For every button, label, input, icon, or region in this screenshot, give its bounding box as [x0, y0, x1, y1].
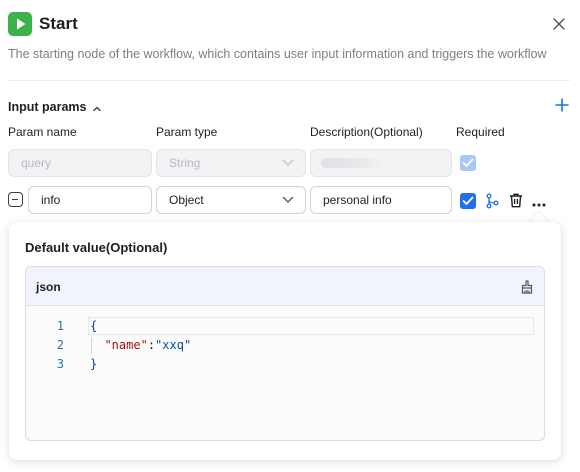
- node-description: The starting node of the workflow, which…: [8, 47, 547, 61]
- code-area[interactable]: 1 2 3 { "name":"xxq" }: [26, 307, 544, 440]
- input-params-header[interactable]: Input params: [8, 98, 101, 114]
- json-close-brace: }: [90, 357, 98, 371]
- line-number: 3: [56, 357, 64, 371]
- param-name-placeholder: query: [21, 156, 52, 170]
- json-colon: :: [147, 338, 156, 352]
- chevron-down-icon: [282, 159, 294, 166]
- column-header-name: Param name: [8, 125, 77, 139]
- chevron-up-icon[interactable]: [92, 101, 102, 112]
- default-value-popover: Default value(Optional) json 1 2 3 { "na…: [9, 222, 561, 460]
- trash-icon[interactable]: [509, 193, 523, 208]
- param-description-input[interactable]: personal info: [310, 186, 452, 214]
- divider: [8, 80, 570, 81]
- column-header-type: Param type: [156, 125, 218, 139]
- more-options-icon[interactable]: [532, 196, 546, 207]
- current-line-highlight: [88, 317, 534, 335]
- json-editor[interactable]: json 1 2 3 { "name":"xxq" }: [25, 266, 545, 441]
- json-key: "name": [104, 338, 148, 352]
- add-child-param-icon[interactable]: [485, 193, 499, 209]
- param-type-select: String: [156, 149, 306, 177]
- play-icon: [8, 12, 32, 36]
- json-open-brace: {: [90, 319, 98, 333]
- line-number: 1: [56, 319, 64, 333]
- param-name-input[interactable]: info: [28, 186, 152, 214]
- param-type-value: String: [169, 156, 201, 170]
- node-header: Start: [8, 12, 572, 36]
- param-type-select[interactable]: Object: [156, 186, 306, 214]
- code-line: }: [90, 355, 97, 374]
- json-value: "xxq": [155, 338, 192, 352]
- close-icon[interactable]: [549, 14, 569, 34]
- editor-header: json: [26, 267, 544, 306]
- code-line: "name":"xxq": [90, 336, 191, 355]
- param-description-field: [310, 149, 452, 177]
- collapse-object-button[interactable]: [8, 192, 23, 207]
- section-title: Input params: [8, 100, 87, 114]
- param-description-value: personal info: [323, 193, 392, 207]
- chevron-down-icon: [282, 196, 294, 203]
- code-line: {: [90, 317, 97, 336]
- add-param-icon[interactable]: [554, 97, 570, 113]
- format-brush-icon[interactable]: [520, 280, 534, 294]
- required-checkbox[interactable]: [460, 193, 476, 209]
- required-checkbox: [460, 155, 476, 171]
- blurred-description: [321, 158, 383, 168]
- param-name-value: info: [41, 193, 61, 207]
- column-header-description: Description(Optional): [310, 125, 423, 139]
- editor-language: json: [36, 280, 61, 294]
- line-number: 2: [56, 338, 64, 352]
- param-name-field: query: [8, 149, 152, 177]
- column-header-required: Required: [456, 125, 505, 139]
- node-title: Start: [39, 14, 78, 33]
- popover-title: Default value(Optional): [25, 240, 168, 255]
- param-type-value: Object: [169, 193, 204, 207]
